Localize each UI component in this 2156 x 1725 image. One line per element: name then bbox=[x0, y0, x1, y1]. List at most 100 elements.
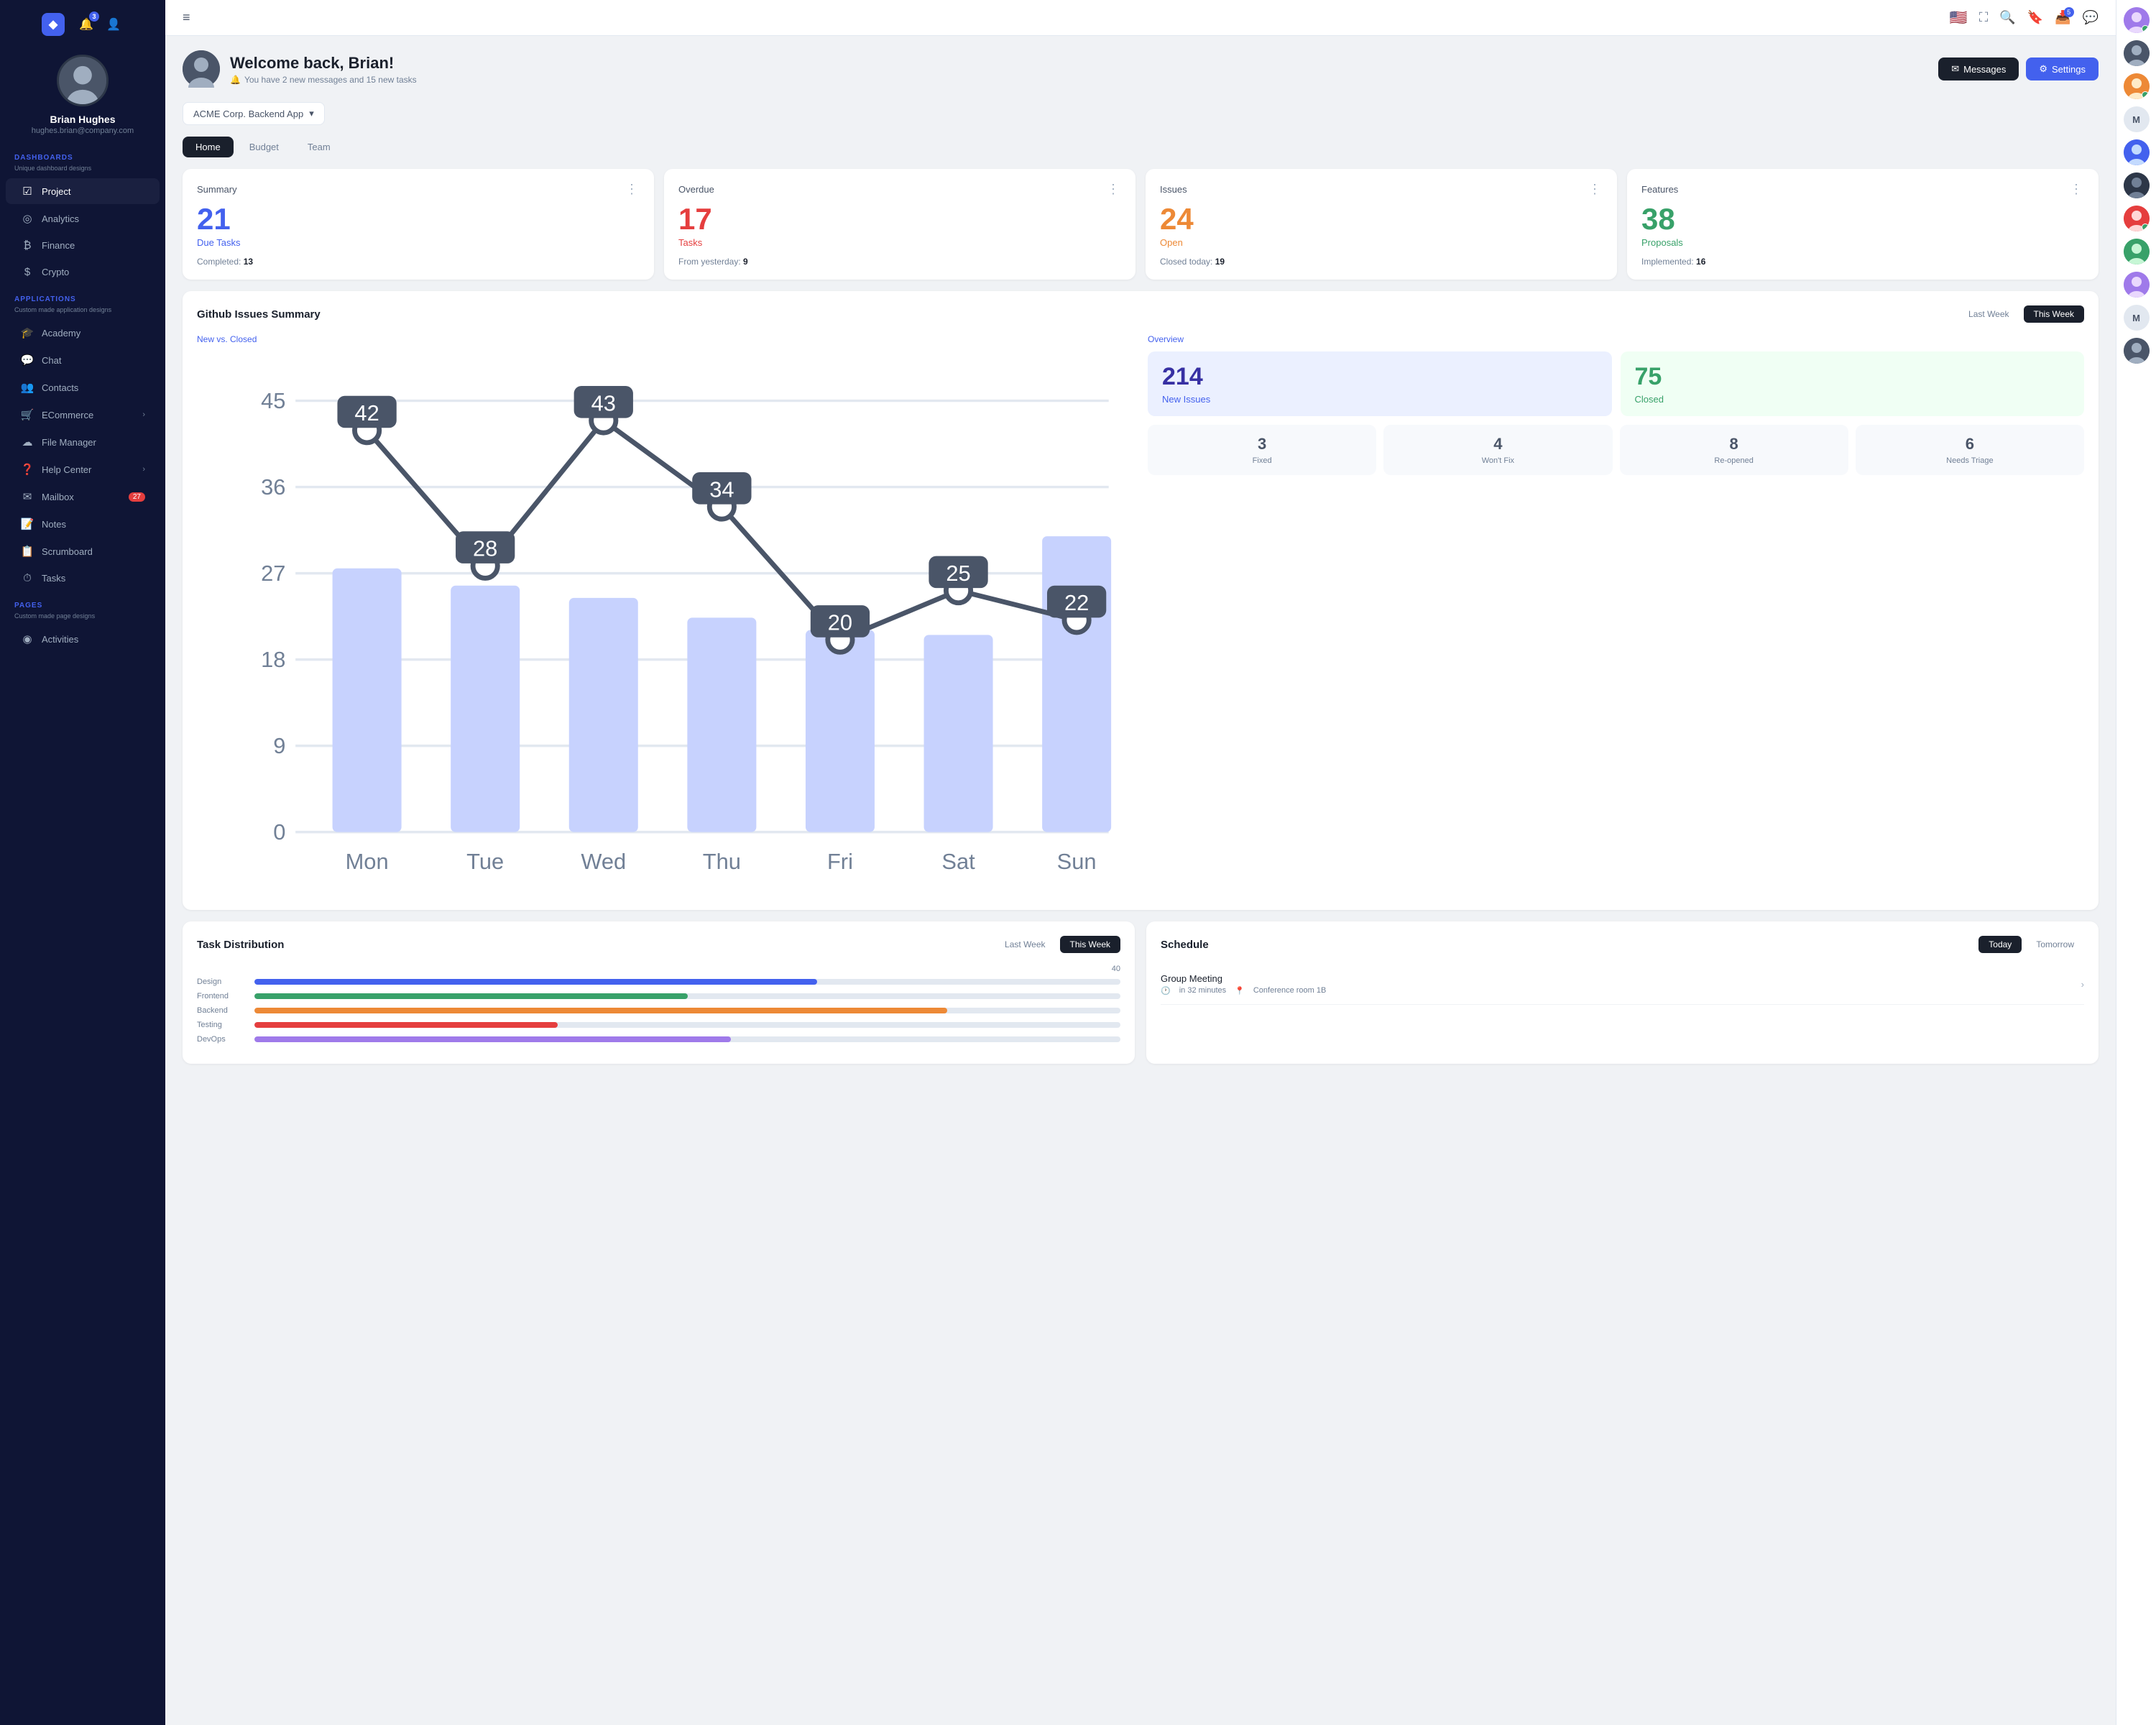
rs-avatar[interactable]: M bbox=[2124, 305, 2150, 331]
sidebar-item-crypto[interactable]: $ Crypto bbox=[6, 259, 160, 285]
sidebar-item-academy[interactable]: 🎓 Academy bbox=[6, 320, 160, 346]
chat-icon[interactable]: 💬 bbox=[2083, 10, 2099, 25]
topbar-right: 🇺🇸 ⛶ 🔍 🔖 📥 5 💬 bbox=[1950, 9, 2099, 27]
flag-icon[interactable]: 🇺🇸 bbox=[1950, 9, 1968, 27]
this-week-button[interactable]: This Week bbox=[2024, 305, 2084, 323]
sidebar-item-label: Academy bbox=[42, 328, 145, 339]
search-icon[interactable]: 🔍 bbox=[1999, 10, 2015, 25]
task-bar-row: Frontend bbox=[197, 992, 1120, 1000]
tab-budget[interactable]: Budget bbox=[236, 137, 292, 157]
messages-button[interactable]: ✉ Messages bbox=[1938, 58, 2019, 80]
svg-text:Tue: Tue bbox=[466, 849, 504, 874]
panel-header: Task Distribution Last Week This Week bbox=[197, 936, 1120, 953]
notification-badge: 3 bbox=[89, 12, 99, 22]
settings-button[interactable]: ⚙ Settings bbox=[2026, 58, 2099, 80]
this-week-button[interactable]: This Week bbox=[1060, 936, 1120, 953]
clock-icon: 🕐 bbox=[1161, 986, 1171, 995]
sidebar-item-ecommerce[interactable]: 🛒 ECommerce › bbox=[6, 402, 160, 428]
sidebar-item-activities[interactable]: ◉ Activities bbox=[6, 626, 160, 652]
sidebar-item-finance[interactable]: ₿ Finance bbox=[6, 233, 160, 258]
sidebar-item-chat[interactable]: 💬 Chat bbox=[6, 347, 160, 373]
notifications-button[interactable]: 🔔 3 bbox=[76, 14, 96, 34]
bar-label: Backend bbox=[197, 1006, 247, 1015]
svg-text:18: 18 bbox=[261, 647, 285, 672]
tomorrow-button[interactable]: Tomorrow bbox=[2026, 936, 2084, 953]
panel-title: Task Distribution bbox=[197, 939, 284, 951]
last-week-button[interactable]: Last Week bbox=[1958, 305, 2019, 323]
rs-avatar[interactable] bbox=[2124, 73, 2150, 99]
github-body: New vs. Closed 45 36 bbox=[197, 334, 2084, 896]
tab-team[interactable]: Team bbox=[295, 137, 344, 157]
sidebar-item-label: Analytics bbox=[42, 213, 145, 224]
user-profile-icon[interactable]: 👤 bbox=[103, 14, 124, 34]
bar-fill bbox=[254, 979, 817, 985]
bar-fill bbox=[254, 1022, 558, 1028]
bookmark-icon[interactable]: 🔖 bbox=[2027, 10, 2043, 25]
svg-text:42: 42 bbox=[354, 400, 379, 426]
stat-label: Tasks bbox=[678, 237, 1121, 248]
closed-label: Closed bbox=[1635, 394, 2070, 405]
sidebar-item-mailbox[interactable]: ✉ Mailbox 27 bbox=[6, 484, 160, 510]
rs-avatar[interactable] bbox=[2124, 239, 2150, 264]
inbox-icon[interactable]: 📥 5 bbox=[2055, 10, 2070, 25]
card-menu-icon[interactable]: ⋮ bbox=[1107, 182, 1121, 197]
section-pages-label: PAGES bbox=[0, 592, 165, 612]
rs-avatar[interactable] bbox=[2124, 7, 2150, 33]
activities-icon: ◉ bbox=[20, 632, 34, 645]
sidebar-item-helpcenter[interactable]: ❓ Help Center › bbox=[6, 456, 160, 482]
card-menu-icon[interactable]: ⋮ bbox=[2070, 182, 2084, 197]
chevron-right-icon[interactable]: › bbox=[2081, 979, 2084, 990]
chart-label: New vs. Closed bbox=[197, 334, 1133, 344]
sidebar: ◆ 🔔 3 👤 Brian Hughes hughes.brian@compan… bbox=[0, 0, 165, 1725]
chart-area: New vs. Closed 45 36 bbox=[197, 334, 1133, 896]
sidebar-item-contacts[interactable]: 👥 Contacts bbox=[6, 374, 160, 400]
overview-top: 214 New Issues 75 Closed bbox=[1148, 351, 2084, 416]
bottom-panels: Task Distribution Last Week This Week 40… bbox=[183, 921, 2099, 1075]
task-bars: 40 Design Frontend Backend bbox=[197, 965, 1120, 1044]
stat-footer: From yesterday: 9 bbox=[678, 257, 1121, 267]
bar-track bbox=[254, 1022, 1120, 1028]
rs-avatar[interactable]: M bbox=[2124, 106, 2150, 132]
sidebar-item-filemanager[interactable]: ☁ File Manager bbox=[6, 429, 160, 455]
stat-card-issues: Issues ⋮ 24 Open Closed today: 19 bbox=[1146, 169, 1617, 280]
sidebar-item-scrumboard[interactable]: 📋 Scrumboard bbox=[6, 538, 160, 564]
rs-avatar[interactable] bbox=[2124, 338, 2150, 364]
sidebar-item-notes[interactable]: 📝 Notes bbox=[6, 511, 160, 537]
bar-track bbox=[254, 1008, 1120, 1013]
stat-label: Due Tasks bbox=[197, 237, 640, 248]
hamburger-menu[interactable]: ≡ bbox=[183, 10, 190, 25]
app-selector[interactable]: ACME Corp. Backend App ▾ bbox=[183, 102, 325, 125]
tab-home[interactable]: Home bbox=[183, 137, 234, 157]
sidebar-item-tasks[interactable]: ⏱ Tasks bbox=[6, 566, 160, 591]
stat-label: Won't Fix bbox=[1391, 456, 1605, 465]
sidebar-item-label: Help Center bbox=[42, 464, 135, 475]
sidebar-item-analytics[interactable]: ◎ Analytics bbox=[6, 206, 160, 231]
rs-avatar[interactable] bbox=[2124, 272, 2150, 298]
stat-number: 38 bbox=[1641, 204, 2084, 234]
panel-header: Schedule Today Tomorrow bbox=[1161, 936, 2084, 953]
svg-text:22: 22 bbox=[1064, 590, 1089, 615]
bar-label: Frontend bbox=[197, 992, 247, 1000]
rs-avatar[interactable] bbox=[2124, 139, 2150, 165]
stat-title: Summary bbox=[197, 184, 237, 195]
card-menu-icon[interactable]: ⋮ bbox=[1588, 182, 1603, 197]
stat-footer: Implemented: 16 bbox=[1641, 257, 2084, 267]
avatar bbox=[57, 55, 109, 106]
stat-reopened: 8 Re-opened bbox=[1620, 425, 1848, 475]
svg-text:Wed: Wed bbox=[581, 849, 626, 874]
sidebar-item-project[interactable]: ☑ Project bbox=[6, 178, 160, 204]
top-icons: 🔔 3 👤 bbox=[76, 14, 124, 34]
mailbox-icon: ✉ bbox=[20, 490, 34, 503]
rs-avatar[interactable] bbox=[2124, 206, 2150, 231]
chevron-down-icon: ▾ bbox=[309, 108, 314, 119]
main-content: ≡ 🇺🇸 ⛶ 🔍 🔖 📥 5 💬 bbox=[165, 0, 2116, 1725]
svg-text:25: 25 bbox=[946, 561, 970, 586]
event-time: in 32 minutes bbox=[1179, 986, 1226, 995]
today-button[interactable]: Today bbox=[1978, 936, 2022, 953]
inbox-badge: 5 bbox=[2064, 7, 2074, 17]
last-week-button[interactable]: Last Week bbox=[995, 936, 1055, 953]
fullscreen-icon[interactable]: ⛶ bbox=[1979, 10, 1989, 25]
card-menu-icon[interactable]: ⋮ bbox=[625, 182, 640, 197]
rs-avatar[interactable] bbox=[2124, 172, 2150, 198]
rs-avatar[interactable] bbox=[2124, 40, 2150, 66]
